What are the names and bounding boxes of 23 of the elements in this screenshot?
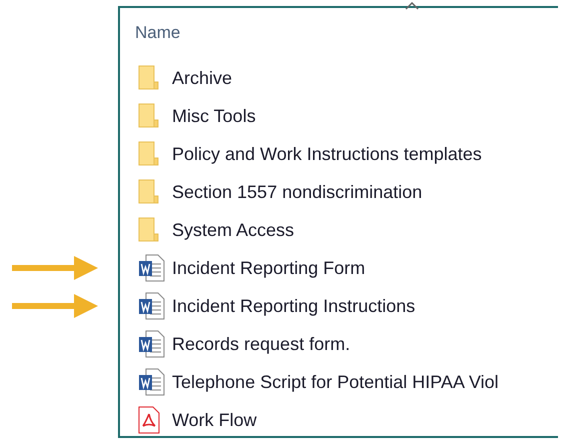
file-name[interactable]: Telephone Script for Potential HIPAA Viol: [172, 368, 499, 396]
arrow-icon: [12, 294, 98, 318]
folder-icon: [138, 141, 160, 167]
folder-icon: [138, 103, 160, 129]
file-name[interactable]: Work Flow: [172, 406, 257, 434]
file-name[interactable]: System Access: [172, 216, 294, 244]
folder-icon: [138, 179, 160, 205]
file-name[interactable]: Incident Reporting Form: [172, 254, 366, 282]
word-document-icon: [138, 368, 166, 396]
file-name[interactable]: Policy and Work Instructions templates: [172, 140, 482, 168]
file-name[interactable]: Misc Tools: [172, 102, 256, 130]
folder-icon: [138, 65, 160, 91]
column-header[interactable]: Name: [135, 23, 180, 42]
word-document-icon: [138, 292, 166, 320]
pdf-icon: [138, 406, 160, 434]
word-document-icon: [138, 330, 166, 358]
word-document-icon: [138, 254, 166, 282]
arrow-icon: [12, 256, 98, 280]
file-name[interactable]: Archive: [172, 64, 232, 92]
file-name[interactable]: Records request form.: [172, 330, 350, 358]
folder-icon: [138, 217, 160, 243]
file-name[interactable]: Incident Reporting Instructions: [172, 292, 416, 320]
file-name[interactable]: Section 1557 nondiscrimination: [172, 178, 422, 206]
